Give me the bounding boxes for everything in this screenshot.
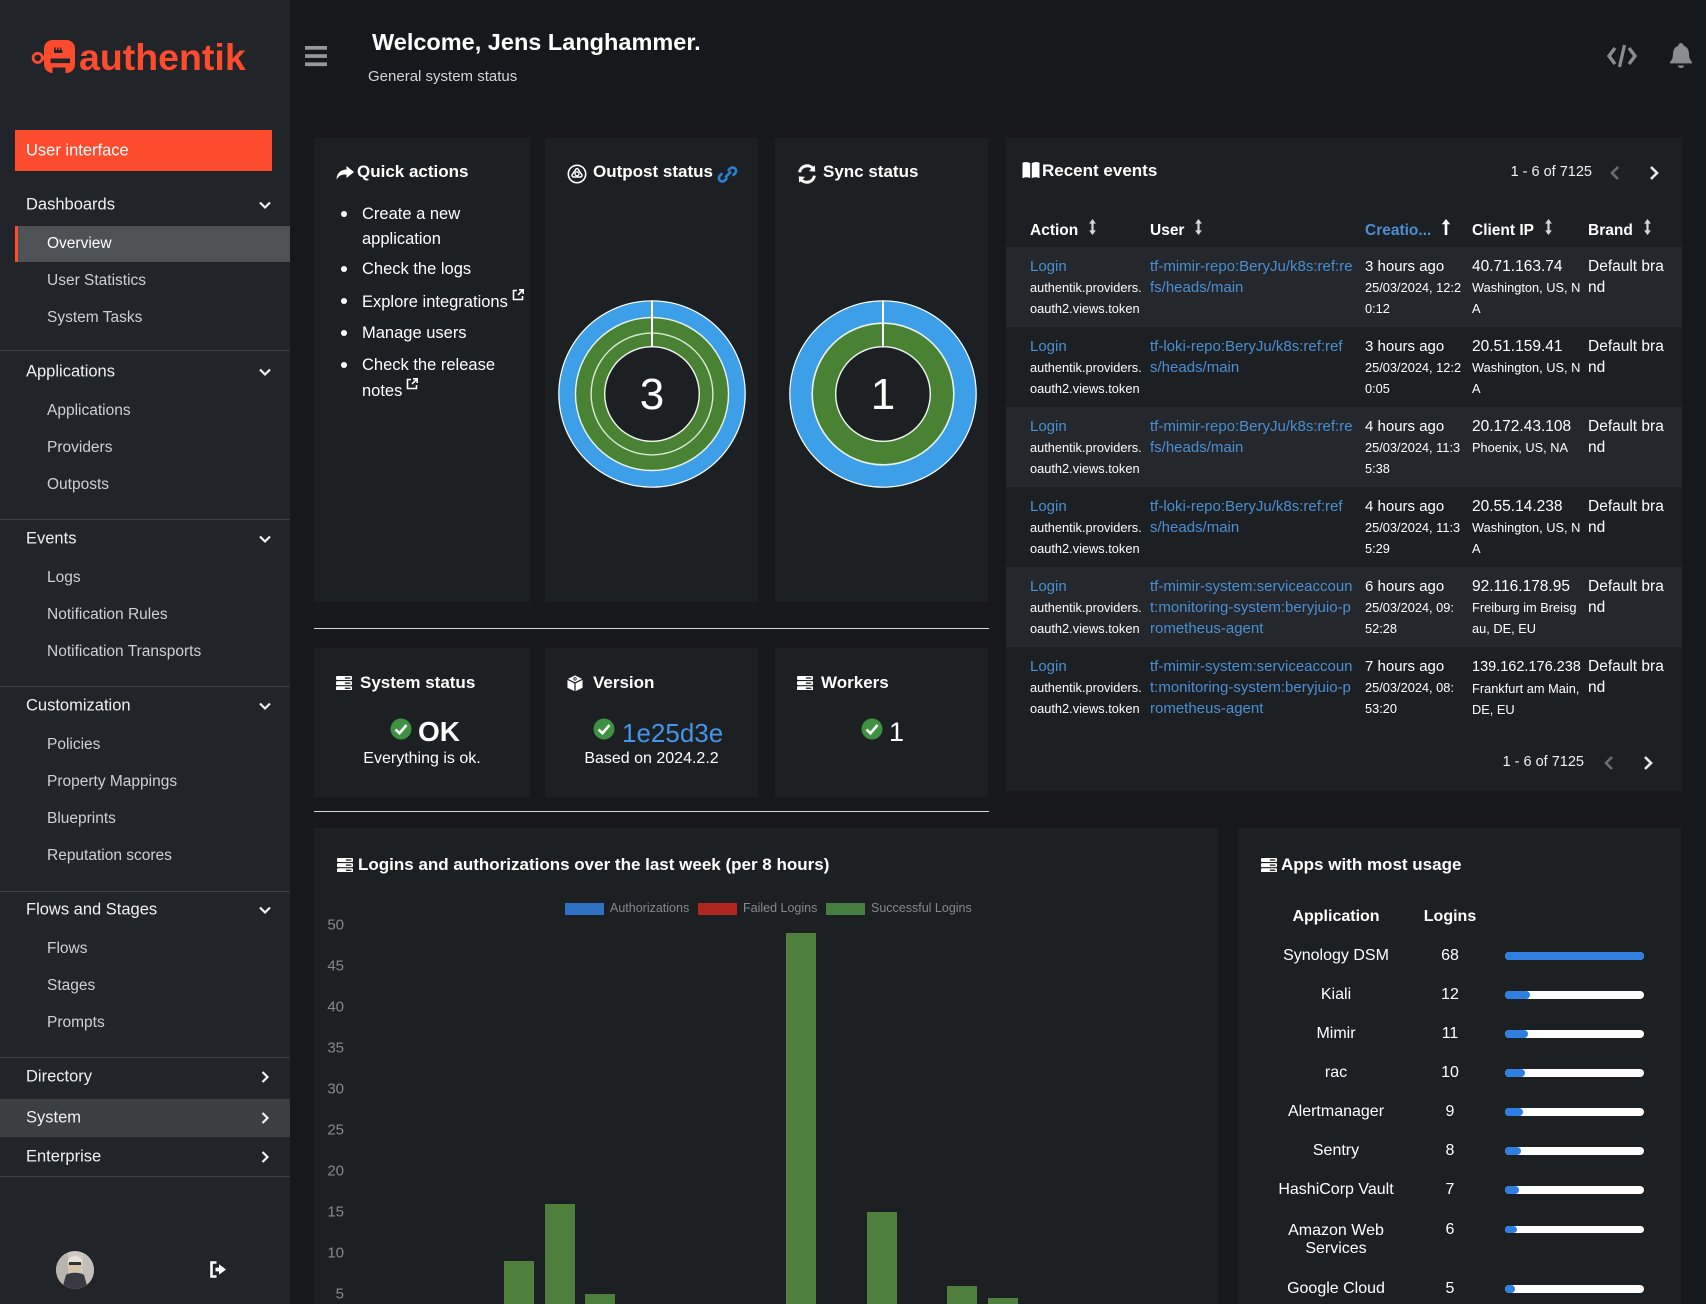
svg-text:3: 3 xyxy=(640,370,664,419)
svg-text:authentik: authentik xyxy=(79,36,246,78)
svg-text:1: 1 xyxy=(871,370,895,419)
